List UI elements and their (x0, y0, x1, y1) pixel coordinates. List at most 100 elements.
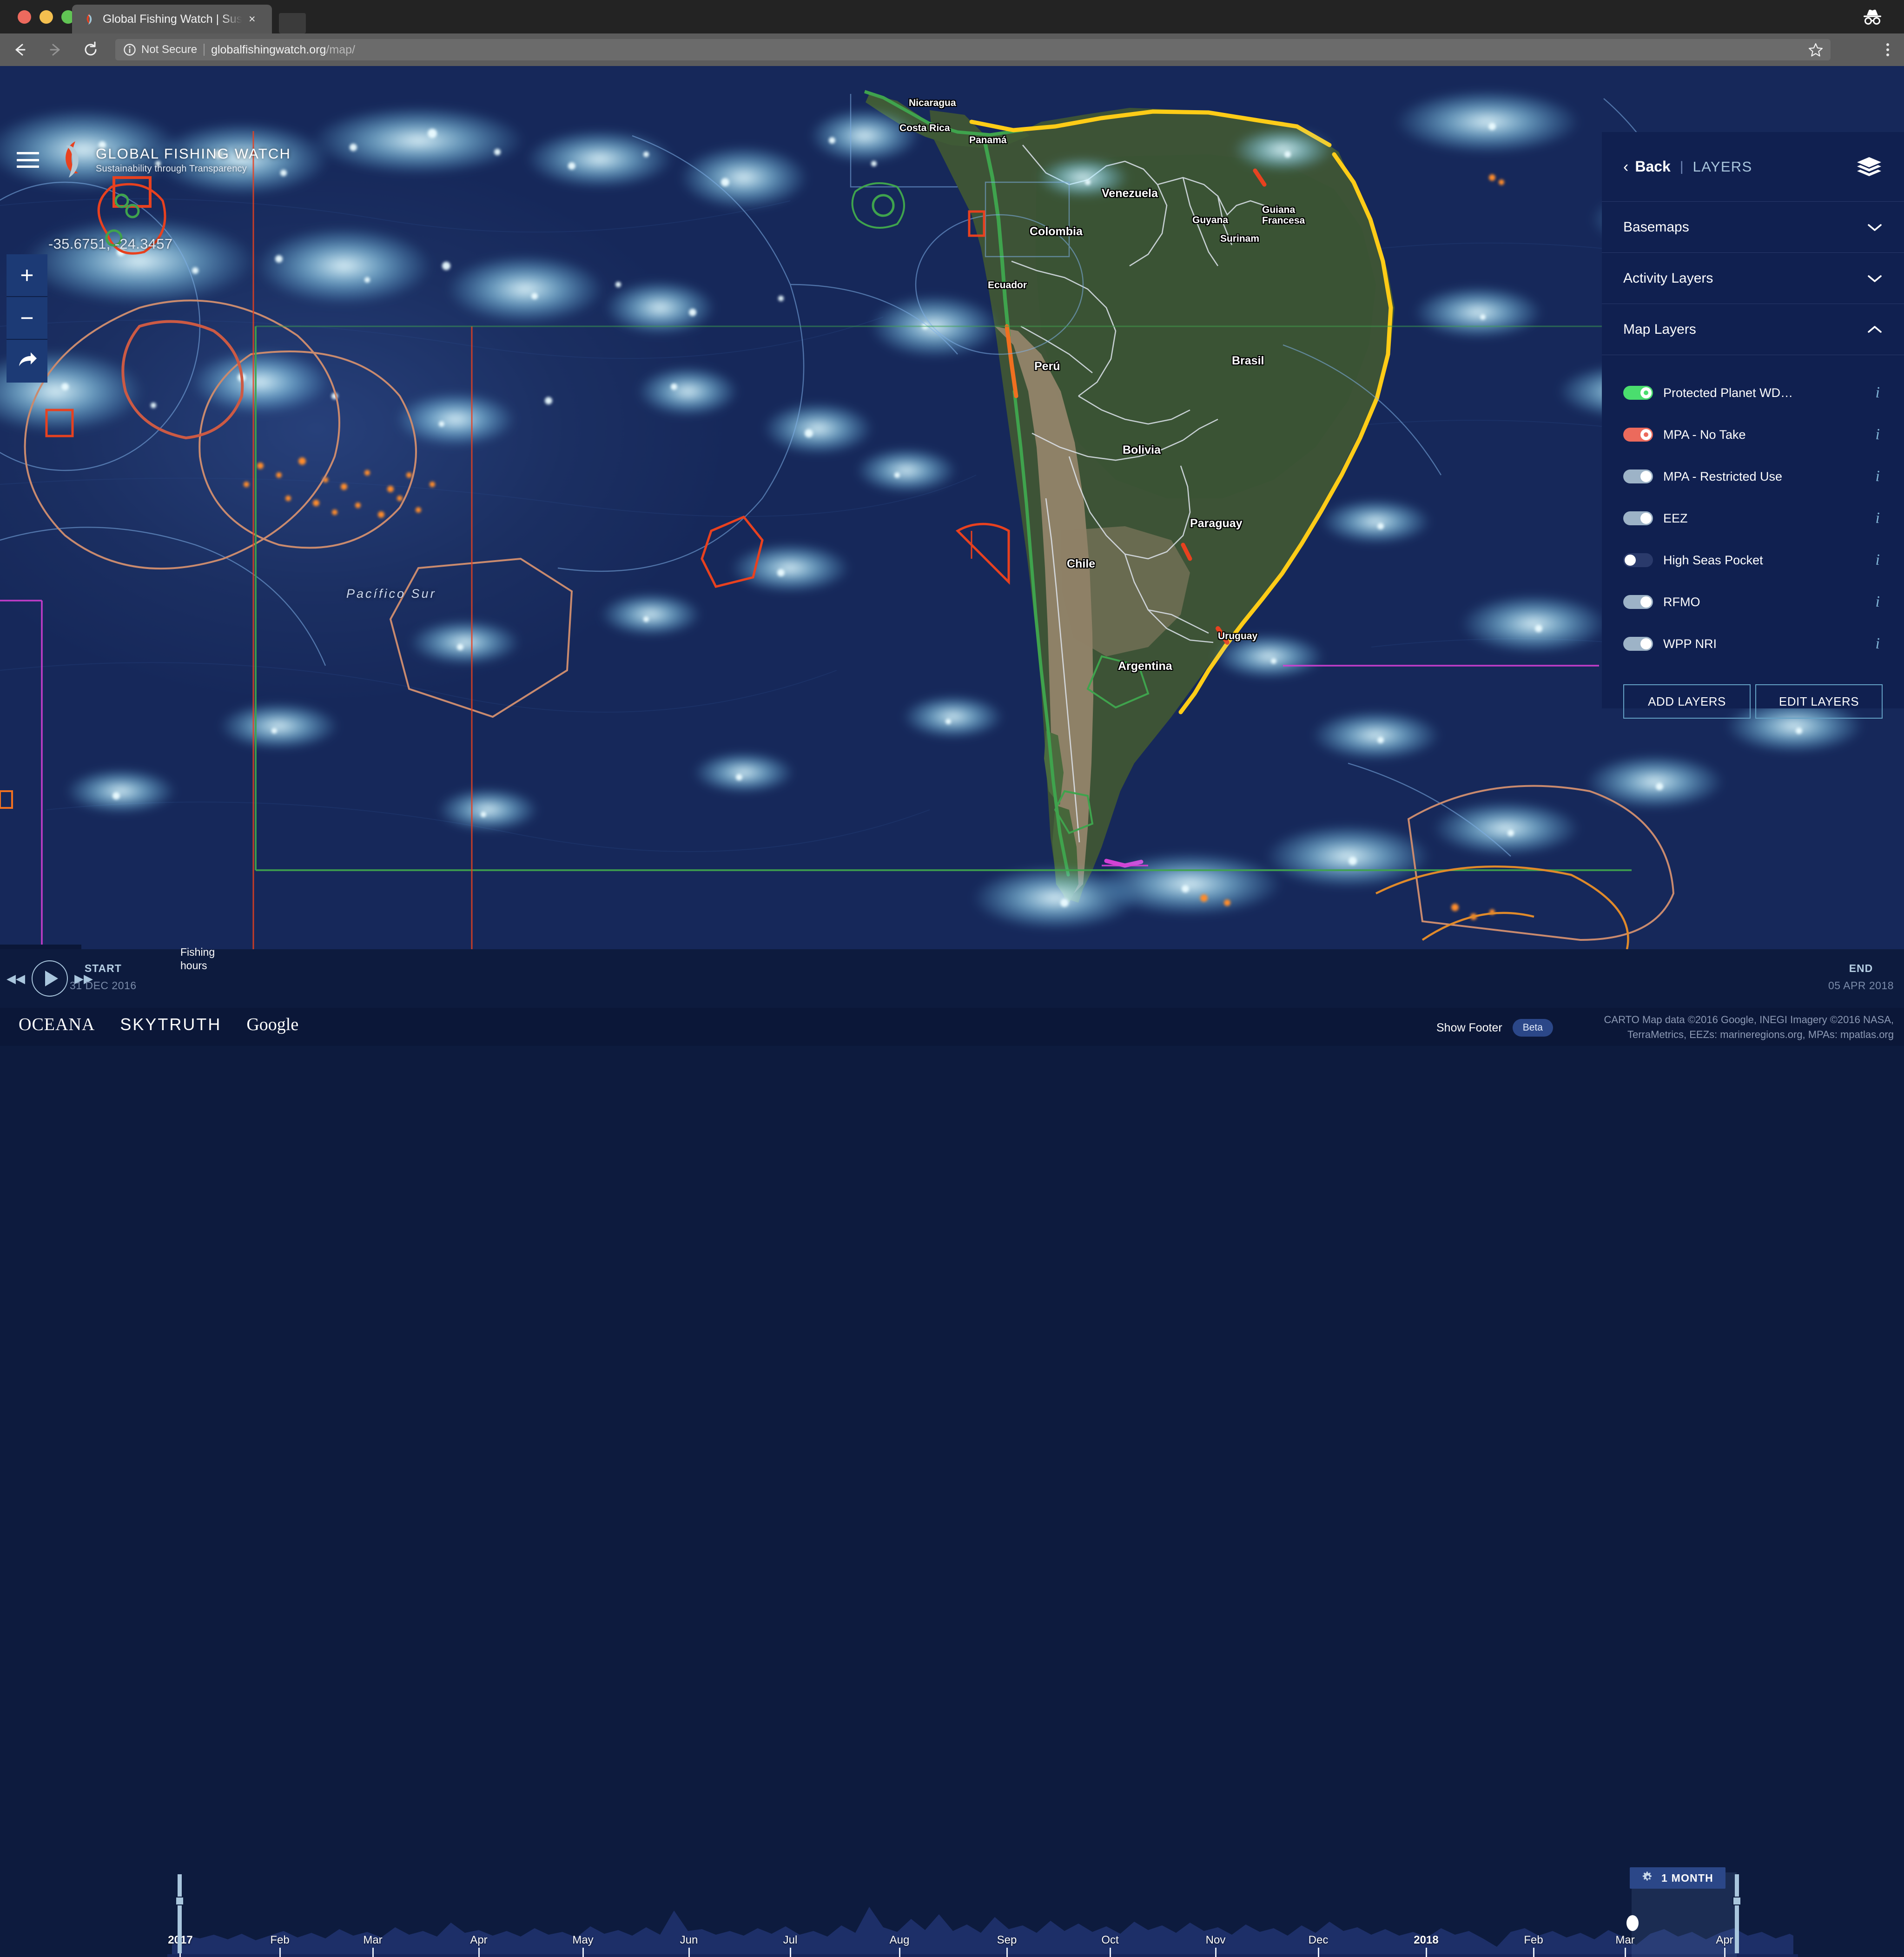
end-date[interactable]: 05 APR 2018 (1828, 979, 1894, 992)
gear-icon[interactable] (1642, 1871, 1654, 1885)
logo-google[interactable]: Google (246, 1014, 298, 1035)
fishing-hours-legend-label: Fishing hours (180, 945, 231, 972)
ocean-label: Pacífico Sur (346, 587, 436, 601)
layer-toggle-eez[interactable] (1623, 511, 1653, 525)
add-layers-button[interactable]: ADD LAYERS (1623, 684, 1751, 719)
info-icon[interactable]: i (1876, 426, 1883, 443)
layer-label-mpa-restricted-use: MPA - Restricted Use (1663, 469, 1783, 483)
tick-label-apr-2018: Apr (1716, 1934, 1733, 1946)
logo-skytruth[interactable]: SKYTRUTH (120, 1015, 221, 1034)
back-chevron-icon[interactable]: ‹ (1623, 159, 1628, 175)
place-label-panama: Panamá (969, 135, 1007, 145)
kebab-menu-icon[interactable] (1880, 42, 1896, 58)
accordion-map-layers-label: Map Layers (1623, 321, 1696, 337)
layer-toggle-protected-planet[interactable] (1623, 386, 1653, 400)
layer-row-protected-planet[interactable]: Protected Planet WD… i (1602, 372, 1904, 414)
layers-panel-header: ‹ Back | LAYERS (1602, 132, 1904, 202)
layer-row-eez[interactable]: EEZ i (1602, 497, 1904, 539)
timeline-start-range: START 31 DEC 2016 (70, 962, 137, 992)
layer-row-mpa-no-take[interactable]: MPA - No Take i (1602, 414, 1904, 456)
close-tab-button[interactable]: × (249, 13, 263, 26)
accordion-activity-layers[interactable]: Activity Layers (1602, 253, 1904, 304)
info-icon[interactable]: i (1876, 509, 1883, 527)
layer-toggle-high-seas-pocket[interactable] (1623, 553, 1653, 567)
new-tab-button[interactable] (279, 13, 306, 33)
place-label-chile: Chile (1067, 557, 1096, 570)
layer-toggle-mpa-restricted-use[interactable] (1623, 469, 1653, 483)
tick-label-jun-2017: Jun (680, 1934, 698, 1946)
tick-mark (478, 1948, 480, 1957)
info-icon[interactable]: i (1876, 468, 1883, 485)
attribution-line-1: CARTO Map data ©2016 Google, INEGI Image… (1604, 1014, 1894, 1025)
logo-oceana[interactable]: OCEANA (19, 1014, 95, 1035)
show-footer-label[interactable]: Show Footer (1436, 1021, 1502, 1035)
layer-toggle-rfmo[interactable] (1623, 595, 1653, 609)
browser-title-bar: Global Fishing Watch | Sustaina × (0, 0, 1904, 33)
security-status-label: Not Secure (141, 43, 198, 56)
menu-hamburger-icon[interactable] (17, 152, 39, 168)
map-canvas[interactable]: GLOBAL FISHING WATCH Sustainability thro… (0, 66, 1904, 949)
layers-panel-actions: ADD LAYERS EDIT LAYERS (1602, 665, 1904, 719)
edit-layers-button[interactable]: EDIT LAYERS (1755, 684, 1883, 719)
info-icon[interactable]: i (1876, 593, 1883, 611)
handle-grip (1732, 1897, 1741, 1905)
minimize-window-button[interactable] (40, 10, 53, 24)
address-bar[interactable]: Not Secure globalfishingwatch.org /map/ (115, 39, 1831, 60)
zoom-out-button[interactable]: − (7, 297, 47, 340)
info-circle-icon[interactable] (123, 43, 137, 57)
timeline-start-handle[interactable] (175, 1874, 184, 1953)
timeline-end-range: END 05 APR 2018 (1828, 962, 1894, 992)
tick-label-nov-2017: Nov (1205, 1934, 1226, 1946)
browser-tab[interactable]: Global Fishing Watch | Sustaina × (72, 5, 272, 33)
show-footer-control[interactable]: Show Footer Beta (1436, 1019, 1553, 1037)
chevron-up-icon (1867, 325, 1883, 334)
play-button[interactable] (32, 960, 68, 997)
layer-label-wpp-nri: WPP NRI (1663, 636, 1717, 651)
map-zoom-controls: + − (7, 254, 47, 383)
minimap[interactable] (0, 945, 81, 949)
layer-row-mpa-restricted-use[interactable]: MPA - Restricted Use i (1602, 456, 1904, 497)
reload-icon[interactable] (81, 40, 100, 60)
place-label-costa-rica: Costa Rica (899, 123, 950, 133)
tick-mark (899, 1948, 900, 1957)
tick-label-aug-2017: Aug (889, 1934, 910, 1946)
gfw-brand-title: GLOBAL FISHING WATCH (96, 145, 291, 162)
tick-label-sep-2017: Sep (997, 1934, 1017, 1946)
timeline-track[interactable]: 2017 Feb Mar Apr May Jun Jul Aug Sep Oct… (167, 1867, 1798, 1957)
minus-icon: − (20, 305, 34, 331)
tick-label-may-2017: May (572, 1934, 594, 1946)
back-button[interactable]: Back (1635, 158, 1671, 175)
place-label-argentina: Argentina (1118, 660, 1172, 673)
plus-icon: + (20, 262, 34, 288)
info-icon[interactable]: i (1876, 635, 1883, 653)
back-arrow-icon[interactable] (10, 40, 30, 60)
duration-label: 1 MONTH (1661, 1871, 1713, 1884)
info-icon[interactable]: i (1876, 551, 1883, 569)
accordion-basemaps[interactable]: Basemaps (1602, 202, 1904, 253)
close-window-button[interactable] (18, 10, 31, 24)
layer-toggle-wpp-nri[interactable] (1623, 637, 1653, 651)
url-domain: globalfishingwatch.org (211, 43, 326, 56)
start-label: START (84, 962, 122, 974)
omnibox-divider (204, 44, 205, 56)
tick-mark (1110, 1948, 1111, 1957)
zoom-in-button[interactable]: + (7, 254, 47, 297)
tick-mark (688, 1948, 690, 1957)
info-icon[interactable]: i (1876, 384, 1883, 402)
timeline-duration-chip[interactable]: 1 MONTH (1630, 1867, 1726, 1889)
accordion-map-layers[interactable]: Map Layers (1602, 304, 1904, 355)
layers-stack-icon[interactable] (1856, 156, 1883, 178)
timeline-inner-handle[interactable] (1626, 1915, 1639, 1931)
timeline-end-handle[interactable] (1732, 1874, 1741, 1953)
start-date[interactable]: 31 DEC 2016 (70, 979, 137, 992)
map-layers-list: Protected Planet WD… i MPA - No Take i M… (1602, 355, 1904, 665)
layer-toggle-mpa-no-take[interactable] (1623, 428, 1653, 442)
layer-row-wpp-nri[interactable]: WPP NRI i (1602, 623, 1904, 665)
layer-row-high-seas-pocket[interactable]: High Seas Pocket i (1602, 539, 1904, 581)
end-label: END (1849, 962, 1873, 974)
layer-row-rfmo[interactable]: RFMO i (1602, 581, 1904, 623)
star-icon[interactable] (1808, 42, 1823, 57)
step-backward-icon[interactable]: ◀◀ (7, 972, 25, 986)
share-button[interactable] (7, 340, 47, 383)
tick-label-jul-2017: Jul (783, 1934, 798, 1946)
